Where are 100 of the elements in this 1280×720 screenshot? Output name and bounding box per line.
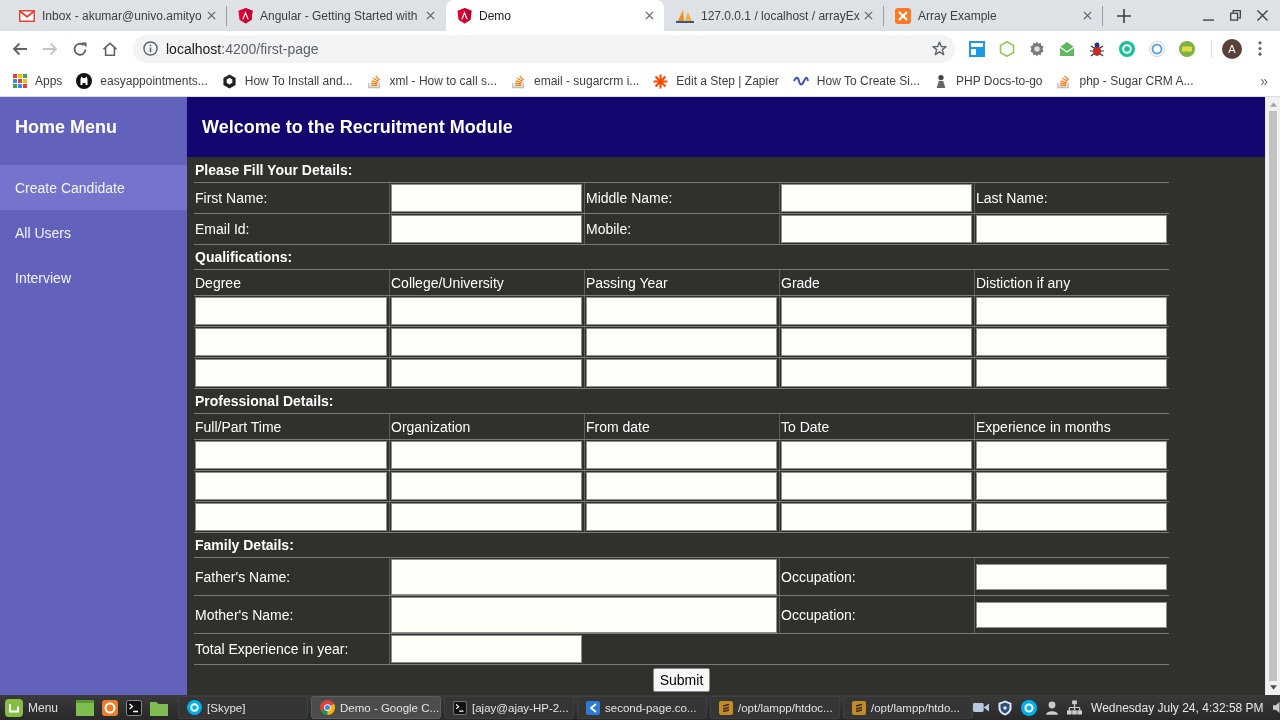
taskbar-window[interactable]: [Skype] [178,696,309,719]
text-field[interactable] [781,215,972,243]
bookmark[interactable]: How To Install and... [221,73,353,89]
text-field[interactable] [781,441,972,469]
close-icon[interactable] [426,11,435,20]
taskbar-window[interactable]: Demo - Google C... [311,696,442,719]
text-field[interactable] [586,359,777,387]
text-field[interactable] [391,184,582,212]
clock[interactable]: Wednesday July 24, 4:32:58 PM [1091,700,1264,715]
back-arrow-icon[interactable] [12,40,28,57]
scroll-down-icon[interactable] [1269,685,1277,690]
text-field[interactable] [976,441,1167,469]
browser-tab[interactable]: Angular - Getting Started with [227,0,445,31]
address-bar[interactable]: localhost:4200/first-page [133,34,955,63]
user-icon[interactable] [1046,700,1059,715]
bookmark[interactable]: How To Create Si... [792,74,920,88]
text-field[interactable] [781,503,972,531]
bookmark[interactable]: php - Sugar CRM A... [1056,73,1194,89]
text-field[interactable] [195,472,387,500]
taskbar-window[interactable]: /opt/lampp/htdoc... [710,696,841,719]
video-camera-icon[interactable] [973,702,990,713]
text-field[interactable] [586,503,777,531]
bug-icon[interactable] [1089,40,1105,57]
scroll-up-icon[interactable] [1269,102,1277,107]
text-field[interactable] [391,328,582,356]
text-field[interactable] [976,215,1167,243]
text-field[interactable] [391,359,582,387]
ring-icon[interactable] [1119,40,1135,57]
taskbar-window[interactable]: /opt/lampp/htdo... [843,696,974,719]
text-field[interactable] [976,328,1167,356]
card-icon[interactable] [1179,40,1195,57]
round-tile-icon[interactable] [102,699,119,716]
bookmarks-overflow-button[interactable]: » [1260,73,1268,89]
text-field[interactable] [391,215,582,243]
text-field[interactable] [781,297,972,325]
network-icon[interactable] [1067,700,1083,715]
taskbar-window[interactable]: [ajay@ajay-HP-2... [444,696,575,719]
taskbar-window[interactable]: second-page.co... [577,696,708,719]
shield-icon[interactable] [998,699,1013,716]
text-field[interactable] [976,503,1167,531]
submit-button[interactable]: Submit [652,667,711,692]
window-icon[interactable] [76,699,95,716]
browser-tab[interactable]: Array Example [884,0,1102,31]
star-icon[interactable] [932,41,947,56]
text-field[interactable] [391,558,777,595]
close-icon[interactable] [207,11,216,20]
bookmark[interactable]: easyappointments... [76,73,208,89]
text-field[interactable] [976,359,1167,387]
text-field[interactable] [195,297,387,325]
browser-tab[interactable]: 127.0.0.1 / localhost / arrayEx [665,0,883,31]
text-field[interactable] [586,297,777,325]
text-field[interactable] [586,472,777,500]
text-field[interactable] [781,472,972,500]
text-field[interactable] [391,441,582,469]
home-icon[interactable] [102,40,118,57]
close-icon[interactable] [1083,11,1092,20]
close-icon[interactable] [864,11,873,20]
browser-tab[interactable]: Demo [446,0,664,31]
restore-icon[interactable] [1230,10,1241,21]
start-menu-button[interactable]: Menu [3,698,63,717]
text-field[interactable] [195,503,387,531]
text-field[interactable] [781,359,972,387]
text-field[interactable] [976,472,1167,500]
text-field[interactable] [391,472,582,500]
text-field[interactable] [391,297,582,325]
profile-avatar[interactable]: A [1222,38,1242,59]
text-field[interactable] [391,503,582,531]
bookmark[interactable]: Apps [13,74,63,88]
close-icon[interactable] [1257,10,1268,21]
sidebar-item[interactable]: Interview [0,255,187,300]
bookmark[interactable]: PHP Docs-to-go [934,73,1043,89]
close-icon[interactable] [645,11,654,20]
hexagon-icon[interactable] [999,40,1015,57]
text-field[interactable] [586,441,777,469]
text-field[interactable] [195,359,387,387]
ring-icon[interactable] [1149,40,1165,57]
sidebar-item[interactable]: All Users [0,210,187,255]
menu-icon[interactable] [1258,41,1262,56]
text-field[interactable] [195,328,387,356]
panel-icon[interactable] [969,40,985,57]
disc-icon[interactable] [1021,699,1038,716]
scrollbar[interactable] [1265,97,1280,695]
gear-icon[interactable] [1029,40,1045,57]
text-field[interactable] [391,635,582,663]
terminal-icon[interactable] [126,699,143,716]
text-field[interactable] [976,297,1167,325]
browser-tab[interactable]: Inbox - akumar@univo.amityo [8,0,226,31]
bookmark[interactable]: Edit a Step | Zapier [653,73,779,89]
envelope-icon[interactable] [1059,40,1075,57]
scrollbar-thumb[interactable] [1269,111,1277,681]
bookmark[interactable]: email - sugarcrm i... [510,73,640,89]
text-field[interactable] [391,596,777,633]
text-field[interactable] [195,441,387,469]
text-field[interactable] [976,563,1167,590]
text-field[interactable] [586,328,777,356]
text-field[interactable] [976,601,1167,628]
plus-icon[interactable] [1117,8,1131,23]
text-field[interactable] [781,328,972,356]
reload-icon[interactable] [72,40,88,57]
folder-icon[interactable] [150,699,169,716]
